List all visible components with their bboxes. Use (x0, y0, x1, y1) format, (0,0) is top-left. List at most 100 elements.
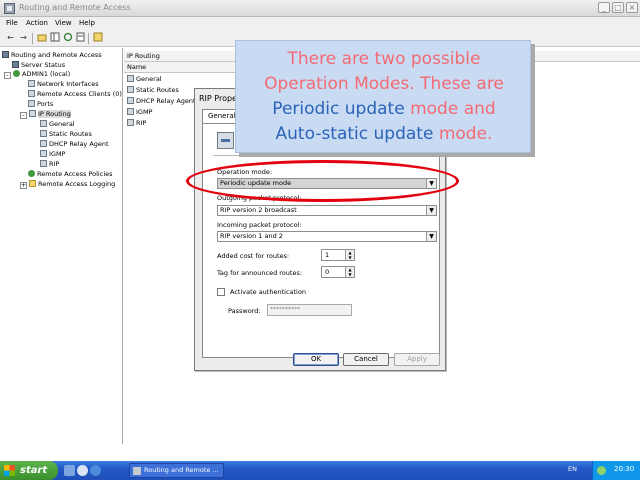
list-item[interactable]: DHCP Relay Agent (127, 96, 196, 106)
tree-item-ip-routing[interactable]: - IP Routing (20, 110, 71, 119)
tree-item-label: Ports (37, 100, 54, 108)
added-cost-label: Added cost for routes: (217, 252, 290, 260)
chevron-down-icon[interactable]: ▼ (426, 206, 436, 215)
up-level-icon[interactable] (36, 32, 47, 44)
menu-file[interactable]: File (6, 19, 18, 27)
server-running-icon (13, 70, 20, 77)
callout-highlight: Auto-static update (275, 124, 434, 144)
tree-item-admin1[interactable]: - ADMIN1 (local) (4, 70, 70, 79)
language-indicator[interactable]: EN (568, 465, 577, 473)
menu-view[interactable]: View (55, 19, 72, 27)
list-item-label: General (136, 75, 162, 83)
static-routes-icon (127, 86, 134, 93)
minimize-button[interactable]: _ (598, 2, 610, 13)
collapse-icon[interactable]: - (4, 72, 11, 79)
tree-item-ports[interactable]: Ports (28, 100, 53, 109)
taskbar-item-routing[interactable]: Routing and Remote ... (129, 463, 224, 478)
apply-button[interactable]: Apply (394, 353, 440, 366)
outgoing-protocol-value: RIP version 2 broadcast (220, 206, 297, 214)
clock: 20:30 (614, 465, 635, 473)
menu-bar: File Action View Help (0, 17, 640, 30)
callout-highlight: Periodic update (272, 99, 405, 119)
activate-authentication-checkbox[interactable] (217, 288, 225, 296)
tree-item-network-interfaces[interactable]: Network Interfaces (28, 80, 99, 89)
tree-item-label: General (49, 120, 75, 128)
general-icon (127, 75, 134, 82)
activate-authentication-label: Activate authentication (230, 288, 306, 296)
taskbar-item-label: Routing and Remote ... (144, 466, 219, 474)
callout-text: There are two possible Operation Modes. … (236, 47, 532, 147)
dhcp-relay-icon (40, 140, 47, 147)
network-status-icon[interactable] (597, 466, 606, 475)
tree-item-label: IP Routing (38, 110, 71, 118)
routing-app-icon (4, 3, 15, 14)
tree-item-remote-access-clients[interactable]: Remote Access Clients (0) (28, 90, 122, 99)
column-header-name[interactable]: Name (124, 62, 244, 73)
rip-icon (40, 160, 47, 167)
back-icon[interactable]: ← (5, 32, 16, 44)
operation-mode-highlight-ellipse (186, 160, 459, 202)
tree-root-label: Routing and Remote Access (11, 51, 102, 59)
callout-line: Auto-static update mode. (236, 122, 532, 147)
network-interfaces-icon (28, 80, 35, 87)
tree-item-igmp[interactable]: IGMP (40, 150, 65, 159)
expand-icon[interactable]: + (20, 182, 27, 189)
list-item[interactable]: IGMP (127, 107, 152, 117)
incoming-protocol-select[interactable]: RIP version 1 and 2 ▼ (217, 231, 437, 242)
tree-item-general[interactable]: General (40, 120, 75, 129)
password-field[interactable]: ********** (267, 304, 352, 316)
taskbar: start Routing and Remote ... EN 20:30 (0, 461, 640, 480)
help-icon[interactable] (92, 32, 103, 44)
close-button[interactable]: × (626, 2, 638, 13)
tree-item-label: ADMIN1 (local) (22, 70, 71, 78)
tree-item-remote-access-logging[interactable]: + Remote Access Logging (20, 180, 115, 189)
spin-arrows-icon[interactable]: ▲ ▼ (345, 267, 354, 277)
menu-action[interactable]: Action (26, 19, 48, 27)
tag-routes-value: 0 (325, 268, 330, 276)
list-item[interactable]: Static Routes (127, 85, 179, 95)
annotation-callout: There are two possible Operation Modes. … (235, 40, 531, 153)
maximize-button[interactable]: □ (612, 2, 624, 13)
policies-icon (28, 170, 35, 177)
list-item-label: IGMP (136, 108, 153, 116)
added-cost-stepper[interactable]: 1 ▲ ▼ (321, 249, 355, 261)
static-routes-icon (40, 130, 47, 137)
ok-button[interactable]: OK (293, 353, 339, 366)
internet-explorer-icon[interactable] (90, 465, 101, 476)
refresh-icon[interactable] (62, 32, 73, 44)
chevron-down-icon[interactable]: ▼ (426, 232, 436, 241)
tree-item-remote-access-policies[interactable]: Remote Access Policies (28, 170, 113, 179)
tree-item-dhcp-relay-agent[interactable]: DHCP Relay Agent (40, 140, 109, 149)
tree-root[interactable]: Routing and Remote Access (2, 51, 102, 60)
list-item-label: Static Routes (136, 86, 179, 94)
tag-routes-stepper[interactable]: 0 ▲ ▼ (321, 266, 355, 278)
clients-icon (28, 90, 35, 97)
routing-app-icon (133, 467, 141, 475)
tree-item-label: Static Routes (49, 130, 92, 138)
start-button[interactable]: start (0, 461, 58, 480)
server-status-icon (12, 61, 19, 68)
tag-routes-label: Tag for announced routes: (217, 269, 303, 277)
tree-item-server-status[interactable]: Server Status (12, 61, 65, 70)
tree-item-label: Remote Access Logging (38, 180, 116, 188)
collapse-icon[interactable]: - (20, 112, 27, 119)
media-player-icon[interactable] (77, 465, 88, 476)
console-tree[interactable]: Routing and Remote Access Server Status … (0, 48, 123, 444)
menu-help[interactable]: Help (79, 19, 95, 27)
tree-item-label: RIP (49, 160, 60, 168)
show-tree-icon[interactable] (49, 32, 60, 44)
tree-item-static-routes[interactable]: Static Routes (40, 130, 92, 139)
list-item[interactable]: General (127, 74, 162, 84)
cancel-button[interactable]: Cancel (343, 353, 389, 366)
show-desktop-icon[interactable] (64, 465, 75, 476)
outgoing-protocol-select[interactable]: RIP version 2 broadcast ▼ (217, 205, 437, 216)
spin-arrows-icon[interactable]: ▲ ▼ (345, 250, 354, 260)
forward-icon[interactable]: → (18, 32, 29, 44)
list-item[interactable]: RIP (127, 118, 146, 128)
folder-icon (29, 180, 36, 187)
server-icon (2, 51, 9, 58)
tree-item-rip[interactable]: RIP (40, 160, 59, 169)
tree-item-label: IGMP (49, 150, 66, 158)
callout-text-part: mode. (433, 124, 493, 144)
export-list-icon[interactable] (75, 32, 86, 44)
